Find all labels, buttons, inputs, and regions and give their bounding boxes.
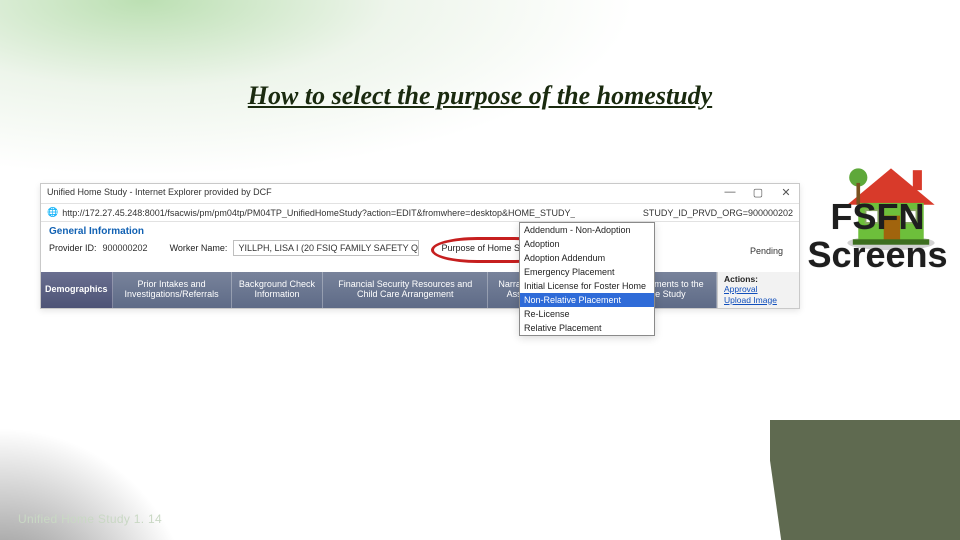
address-bar[interactable]: 🌐 http://172.27.45.248:8001/fsacwis/pm/p… xyxy=(41,204,799,222)
worker-name-select[interactable]: YILLPH, LISA I (20 FSIQ FAMILY SAFETY QA… xyxy=(233,240,419,256)
provider-id-value: 900000202 xyxy=(103,243,148,253)
dropdown-option[interactable]: Adoption Addendum xyxy=(520,251,654,265)
purpose-dropdown[interactable]: Addendum - Non-AdoptionAdoptionAdoption … xyxy=(519,222,655,336)
dropdown-option[interactable]: Relative Placement xyxy=(520,321,654,335)
window-titlebar: Unified Home Study - Internet Explorer p… xyxy=(41,184,799,204)
approval-link[interactable]: Approval xyxy=(724,284,793,295)
url-text: http://172.27.45.248:8001/fsacwis/pm/pm0… xyxy=(62,208,575,218)
tab[interactable]: Background Check Information xyxy=(232,272,324,308)
globe-icon: 🌐 xyxy=(47,207,58,218)
actions-panel: Actions: Approval Upload Image xyxy=(717,272,799,308)
status-value: Pending xyxy=(750,246,783,256)
tab[interactable]: Prior Intakes and Investigations/Referra… xyxy=(113,272,232,308)
fsfn-screens-label: FSFN Screens xyxy=(805,198,950,274)
provider-id-label: Provider ID: xyxy=(49,243,97,253)
dropdown-option[interactable]: Addendum - Non-Adoption xyxy=(520,223,654,237)
close-button[interactable]: ✕ xyxy=(777,186,795,199)
worker-name-label: Worker Name: xyxy=(170,243,228,253)
minimize-button[interactable]: — xyxy=(721,186,739,199)
dropdown-option[interactable]: Initial License for Foster Home xyxy=(520,279,654,293)
dropdown-option[interactable]: Re-License xyxy=(520,307,654,321)
worker-name-value: YILLPH, LISA I (20 FSIQ FAMILY SAFETY QA xyxy=(238,243,419,253)
tab[interactable]: Financial Security Resources and Child C… xyxy=(323,272,488,308)
tab[interactable]: Demographics xyxy=(41,272,113,308)
maximize-button[interactable]: ▢ xyxy=(749,186,767,199)
dropdown-option[interactable]: Non-Relative Placement xyxy=(520,293,654,307)
footer-text: Unified Home Study 1. 14 xyxy=(18,512,162,526)
right-label-block: FSFN Screens xyxy=(805,198,950,274)
info-row: Provider ID: 900000202 Worker Name: YILL… xyxy=(41,239,799,261)
corner-accent xyxy=(770,420,960,540)
section-header: General Information xyxy=(41,222,799,239)
browser-screenshot: Unified Home Study - Internet Explorer p… xyxy=(40,183,800,309)
actions-header: Actions: xyxy=(724,274,793,284)
url-tail: STUDY_ID_PRVD_ORG=900000202 xyxy=(643,208,793,218)
window-title: Unified Home Study - Internet Explorer p… xyxy=(47,187,272,197)
dropdown-option[interactable]: Adoption xyxy=(520,237,654,251)
upload-image-link[interactable]: Upload Image xyxy=(724,295,793,306)
page-title: How to select the purpose of the homestu… xyxy=(0,78,960,113)
dropdown-option[interactable]: Emergency Placement xyxy=(520,265,654,279)
